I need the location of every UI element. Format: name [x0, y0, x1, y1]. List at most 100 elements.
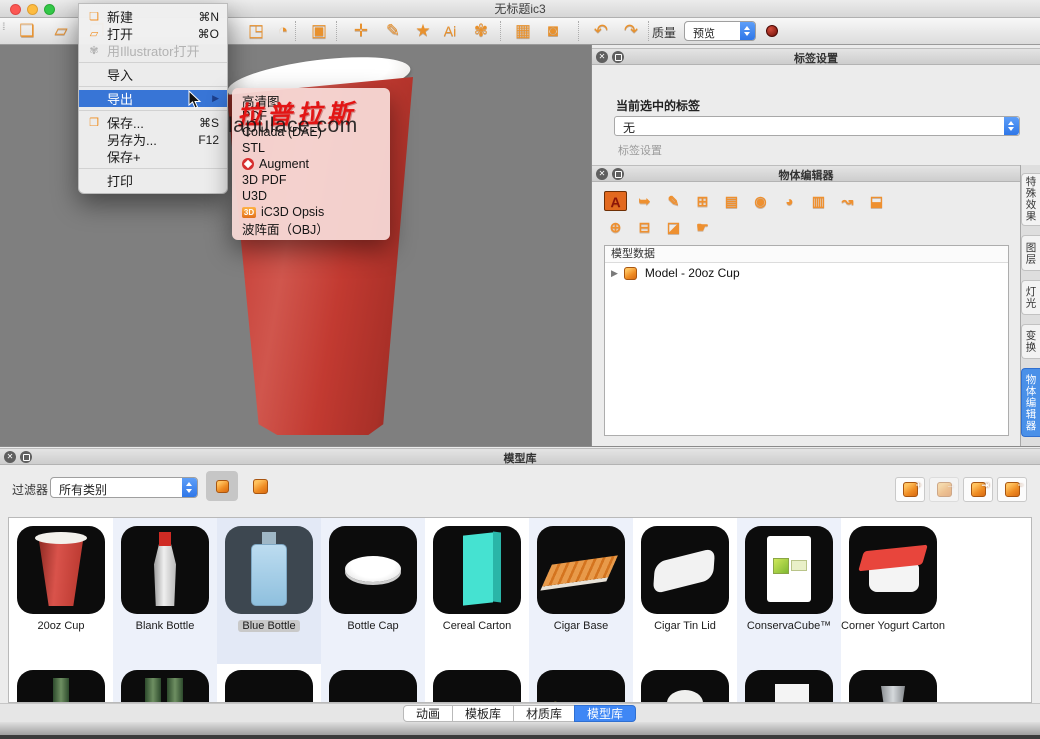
green-bottles-pair-thumbnail[interactable]: [121, 670, 209, 703]
glass-cup-thumbnail[interactable]: [849, 670, 937, 703]
bottom-tab-材质库[interactable]: 材质库: [513, 705, 575, 722]
yellow-item-thumbnail[interactable]: [537, 670, 625, 703]
bottom-tab-模型库[interactable]: 模型库: [574, 705, 636, 722]
new-document-icon[interactable]: ❏: [14, 20, 40, 42]
tag-add-icon[interactable]: ✛: [348, 20, 374, 42]
library-item-row2[interactable]: [217, 664, 321, 703]
folder-add-icon[interactable]: ⊕: [604, 217, 627, 237]
import-model-button[interactable]: ⇥: [963, 477, 993, 502]
side-tab-特殊效果[interactable]: 特殊效果: [1021, 173, 1040, 226]
submenu-item-波阵面（OBJ）[interactable]: 波阵面（OBJ）: [232, 220, 390, 236]
toolbar-drag-handle[interactable]: ⁞⁞: [2, 22, 4, 33]
menu-item-打印[interactable]: 打印: [79, 172, 227, 189]
corner-yogurt-thumbnail[interactable]: [849, 526, 937, 614]
menu-item-新建[interactable]: ❏新建⌘N: [79, 8, 227, 25]
side-tab-图层[interactable]: 图层: [1021, 235, 1040, 272]
quality-select[interactable]: 预览: [684, 21, 756, 41]
export-model-button[interactable]: →: [929, 477, 959, 502]
submenu-item-Augment[interactable]: Augment: [232, 156, 390, 172]
submenu-item-U3D[interactable]: U3D: [232, 188, 390, 204]
menu-item-导入[interactable]: 导入: [79, 66, 227, 83]
camera-snapshot-icon[interactable]: ◙: [540, 20, 566, 42]
curve-icon[interactable]: ↝: [836, 191, 859, 211]
library-item-row2[interactable]: [841, 664, 945, 703]
add-box-icon[interactable]: ⊞: [691, 191, 714, 211]
dark-thumbnail[interactable]: [225, 670, 313, 703]
menu-item-保存+[interactable]: 保存+: [79, 148, 227, 165]
stepper-icon[interactable]: [182, 478, 197, 497]
bottom-tab-动画[interactable]: 动画: [403, 705, 453, 722]
menu-item-导出[interactable]: 导出▶: [79, 90, 227, 107]
tan-item-thumbnail[interactable]: [433, 670, 521, 703]
submenu-item-3D PDF[interactable]: 3D PDF: [232, 172, 390, 188]
view-models-alt-toggle[interactable]: [244, 471, 276, 501]
library-item-Corner Yogurt Carton[interactable]: Corner Yogurt Carton: [841, 518, 945, 664]
sphere-view-icon[interactable]: ◔: [270, 20, 296, 42]
library-item-Cigar Base[interactable]: Cigar Base: [529, 518, 633, 664]
library-item-Blue Bottle[interactable]: Blue Bottle: [217, 518, 321, 664]
crop-frame-icon[interactable]: ◳: [243, 20, 269, 42]
current-label-select[interactable]: 无: [614, 116, 1020, 136]
library-item-row2[interactable]: [9, 664, 113, 703]
conserva-cube-thumbnail[interactable]: [745, 526, 833, 614]
white-box-thumbnail[interactable]: [745, 670, 833, 703]
side-tab-物体编辑器[interactable]: 物体编辑器: [1021, 368, 1040, 437]
remove-model-button[interactable]: −: [997, 477, 1027, 502]
library-item-row2[interactable]: [529, 664, 633, 703]
library-item-Cereal Carton[interactable]: Cereal Carton: [425, 518, 529, 664]
blue-bottle-thumbnail[interactable]: [225, 526, 313, 614]
dark-thumbnail[interactable]: [329, 670, 417, 703]
cream-jar-thumbnail[interactable]: [641, 670, 729, 703]
pointer-add-icon[interactable]: ☛: [691, 217, 714, 237]
cigar-base-thumbnail[interactable]: [537, 526, 625, 614]
annotate-pen-icon[interactable]: ✎: [380, 20, 406, 42]
view-models-toggle[interactable]: [206, 471, 238, 501]
delete-icon[interactable]: ⬓: [865, 191, 888, 211]
paw-import-icon[interactable]: ✾: [468, 20, 494, 42]
uv-map-icon[interactable]: ▥: [807, 191, 830, 211]
submenu-item-STL[interactable]: STL: [232, 140, 390, 156]
side-tab-变换[interactable]: 变换: [1021, 324, 1040, 359]
library-item-row2[interactable]: [737, 664, 841, 703]
stepper-icon[interactable]: [740, 22, 755, 40]
twin-spheres-icon[interactable]: ◉: [749, 191, 772, 211]
folder-remove-icon[interactable]: ⊟: [633, 217, 656, 237]
menu-item-用Illustrator打开[interactable]: ✾用Illustrator打开: [79, 42, 227, 59]
bottom-tab-模板库[interactable]: 模板库: [452, 705, 514, 722]
library-item-row2[interactable]: [321, 664, 425, 703]
disclosure-triangle-icon[interactable]: ▶: [611, 268, 618, 279]
star-icon[interactable]: ★: [410, 20, 436, 42]
filter-select[interactable]: 所有类别: [50, 477, 198, 498]
library-item-row2[interactable]: [425, 664, 529, 703]
record-icon[interactable]: [766, 25, 778, 37]
redo-icon[interactable]: ↷: [618, 20, 644, 42]
image-export-icon[interactable]: ▦: [510, 20, 536, 42]
sphere-icon[interactable]: ◕: [778, 191, 801, 211]
tag-capsule-icon[interactable]: ➥: [633, 191, 656, 211]
layers-icon[interactable]: ▤: [720, 191, 743, 211]
menu-item-另存为...[interactable]: 另存为...F12: [79, 131, 227, 148]
menu-item-保存...[interactable]: ❒保存...⌘S: [79, 114, 227, 131]
red-cup-thumbnail[interactable]: [17, 526, 105, 614]
library-item-Bottle Cap[interactable]: Bottle Cap: [321, 518, 425, 664]
visibility-box-icon[interactable]: ◪: [662, 217, 685, 237]
library-item-Blank Bottle[interactable]: Blank Bottle: [113, 518, 217, 664]
library-item-Cigar Tin Lid[interactable]: Cigar Tin Lid: [633, 518, 737, 664]
model-tree-item[interactable]: ▶ Model - 20oz Cup: [605, 263, 1008, 283]
selection-frame-icon[interactable]: ▣: [306, 20, 332, 42]
menu-item-打开[interactable]: ▱打开⌘O: [79, 25, 227, 42]
undo-icon[interactable]: ↶: [588, 20, 614, 42]
green-bottle-thumbnail[interactable]: [17, 670, 105, 703]
illustrator-ai-icon[interactable]: Ai: [437, 20, 463, 42]
edit-pen-icon[interactable]: ✎: [662, 191, 685, 211]
library-item-ConservaCube™[interactable]: ConservaCube™: [737, 518, 841, 664]
side-tab-灯光[interactable]: 灯光: [1021, 280, 1040, 315]
blank-bottle-thumbnail[interactable]: [121, 526, 209, 614]
cereal-carton-thumbnail[interactable]: [433, 526, 521, 614]
bottle-cap-thumbnail[interactable]: [329, 526, 417, 614]
library-item-row2[interactable]: [633, 664, 737, 703]
library-item-row2[interactable]: [113, 664, 217, 703]
stepper-icon[interactable]: [1004, 117, 1019, 135]
open-folder-icon[interactable]: ▱: [48, 20, 74, 42]
library-item-20oz Cup[interactable]: 20oz Cup: [9, 518, 113, 664]
